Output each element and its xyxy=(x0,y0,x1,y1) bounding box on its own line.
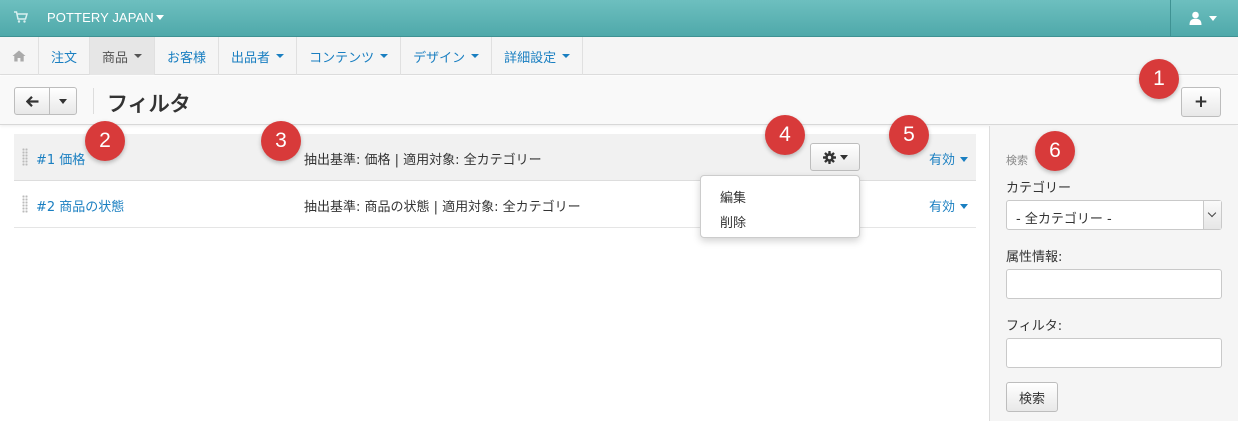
filter-name-link[interactable]: #1 価格 xyxy=(36,149,85,168)
search-sidebar: 検索 カテゴリー - 全カテゴリー - 属性情報: フィルタ: 検索 xyxy=(989,126,1238,421)
nav-settings[interactable]: 詳細設定 xyxy=(492,37,584,75)
status-toggle[interactable]: 有効 xyxy=(929,196,969,215)
callout-badge: 3 xyxy=(261,121,301,161)
table-row: #1 価格 抽出基準: 価格 | 適用対象: 全カテゴリー 有効 xyxy=(14,134,976,181)
nav-customers[interactable]: お客様 xyxy=(155,37,220,75)
caret-down-icon xyxy=(471,54,480,58)
feature-input[interactable] xyxy=(1006,269,1222,299)
store-switcher[interactable]: POTTERY JAPAN xyxy=(47,10,164,25)
category-select-value: - 全カテゴリー - xyxy=(1016,212,1112,227)
caret-down-icon xyxy=(960,157,969,162)
callout-badge: 5 xyxy=(889,115,929,155)
callout-badge: 6 xyxy=(1035,131,1075,171)
filter-name-link[interactable]: #2 商品の状態 xyxy=(36,196,124,215)
caret-down-icon xyxy=(134,54,143,58)
caret-down-icon xyxy=(59,98,67,104)
category-select[interactable]: - 全カテゴリー - xyxy=(1006,200,1222,230)
feature-label: 属性情報: xyxy=(1006,250,1063,265)
chevron-down-icon xyxy=(1203,201,1221,229)
filter-label: フィルタ: xyxy=(1006,319,1063,334)
callout-badge: 2 xyxy=(85,121,125,161)
menu-item-edit[interactable]: 編集 xyxy=(720,187,746,206)
top-bar: POTTERY JAPAN xyxy=(0,0,1238,37)
nav-content[interactable]: コンテンツ xyxy=(297,37,402,75)
page-toolbar: フィルタ + xyxy=(0,76,1238,125)
nav-label: 出品者 xyxy=(231,50,271,66)
add-filter-button[interactable]: + xyxy=(1181,87,1221,117)
nav-label: デザイン xyxy=(413,50,466,66)
divider xyxy=(93,88,94,114)
nav-label: コンテンツ xyxy=(309,50,375,66)
category-label: カテゴリー xyxy=(1006,181,1072,196)
nav-label: お客様 xyxy=(167,50,207,66)
user-icon xyxy=(1189,11,1202,25)
home-icon xyxy=(12,50,26,62)
page-title: フィルタ xyxy=(107,92,191,116)
status-label: 有効 xyxy=(929,153,956,168)
cart-icon[interactable] xyxy=(14,11,28,23)
caret-down-icon xyxy=(276,54,285,58)
nav-design[interactable]: デザイン xyxy=(401,37,493,75)
chevron-down-icon xyxy=(1209,16,1217,21)
status-toggle[interactable]: 有効 xyxy=(929,149,969,168)
callout-badge: 1 xyxy=(1139,59,1179,99)
caret-down-icon xyxy=(960,204,969,209)
nav-vendors[interactable]: 出品者 xyxy=(219,37,298,75)
home-button[interactable] xyxy=(0,37,39,75)
nav-label: 詳細設定 xyxy=(504,50,557,66)
chevron-down-icon xyxy=(155,15,164,20)
nav-label: 商品 xyxy=(102,50,129,66)
menu-item-delete[interactable]: 削除 xyxy=(720,212,746,231)
filter-description: 抽出基準: 商品の状態 | 適用対象: 全カテゴリー xyxy=(304,200,581,215)
search-button[interactable]: 検索 xyxy=(1006,382,1058,412)
filter-description: 抽出基準: 価格 | 適用対象: 全カテゴリー xyxy=(304,153,542,168)
back-button[interactable] xyxy=(14,87,50,115)
filter-input[interactable] xyxy=(1006,338,1222,368)
drag-handle-icon[interactable] xyxy=(22,195,28,213)
user-menu[interactable] xyxy=(1170,0,1238,37)
back-dropdown-button[interactable] xyxy=(49,87,77,115)
sidebar-heading: 検索 xyxy=(1006,154,1028,167)
callout-badge: 4 xyxy=(765,115,805,155)
drag-handle-icon[interactable] xyxy=(22,148,28,166)
main-nav: 注文 商品 お客様 出品者 コンテンツ デザイン 詳細設定 xyxy=(0,37,1238,75)
caret-down-icon xyxy=(562,54,571,58)
nav-products[interactable]: 商品 xyxy=(90,37,156,75)
caret-down-icon xyxy=(380,54,389,58)
caret-down-icon xyxy=(839,154,848,160)
gear-icon xyxy=(822,150,836,164)
store-name: POTTERY JAPAN xyxy=(47,10,154,25)
nav-orders[interactable]: 注文 xyxy=(39,37,91,75)
nav-label: 注文 xyxy=(51,50,78,66)
settings-dropdown-button[interactable] xyxy=(810,143,860,171)
row-actions-menu: 編集 削除 xyxy=(700,175,860,238)
status-label: 有効 xyxy=(929,200,956,215)
arrow-left-icon xyxy=(25,95,38,107)
